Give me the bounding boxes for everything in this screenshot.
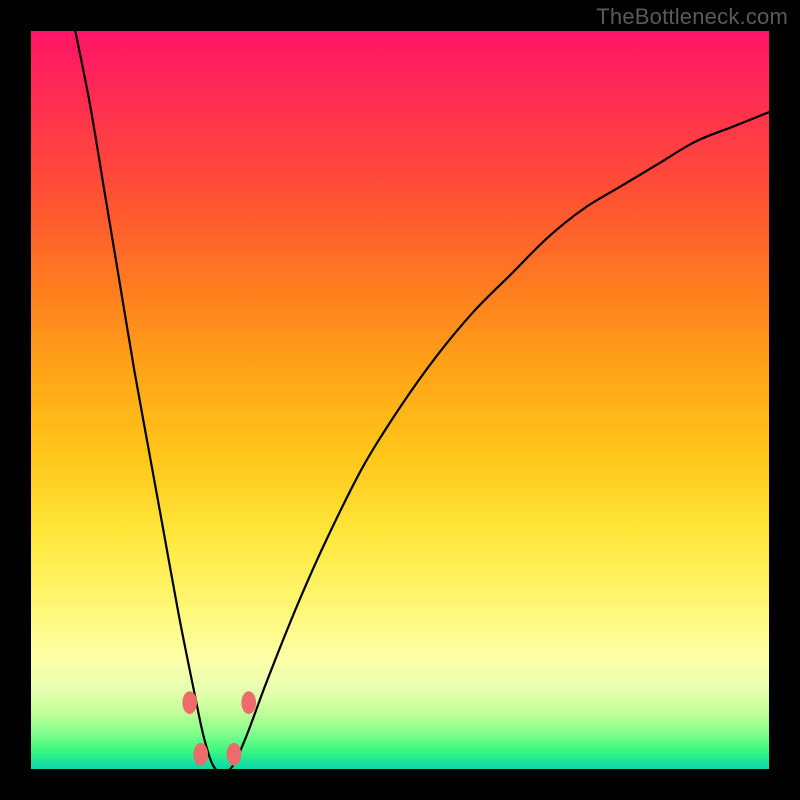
curve-marker (227, 743, 242, 766)
bottleneck-curve-path (75, 31, 769, 769)
marker-layer (182, 691, 256, 765)
plot-area (31, 31, 769, 769)
watermark-text: TheBottleneck.com (596, 4, 788, 30)
chart-frame: TheBottleneck.com (0, 0, 800, 800)
curve-marker (241, 691, 256, 714)
curve-marker (193, 743, 208, 766)
curve-marker (182, 691, 197, 714)
curve-layer (31, 31, 769, 769)
